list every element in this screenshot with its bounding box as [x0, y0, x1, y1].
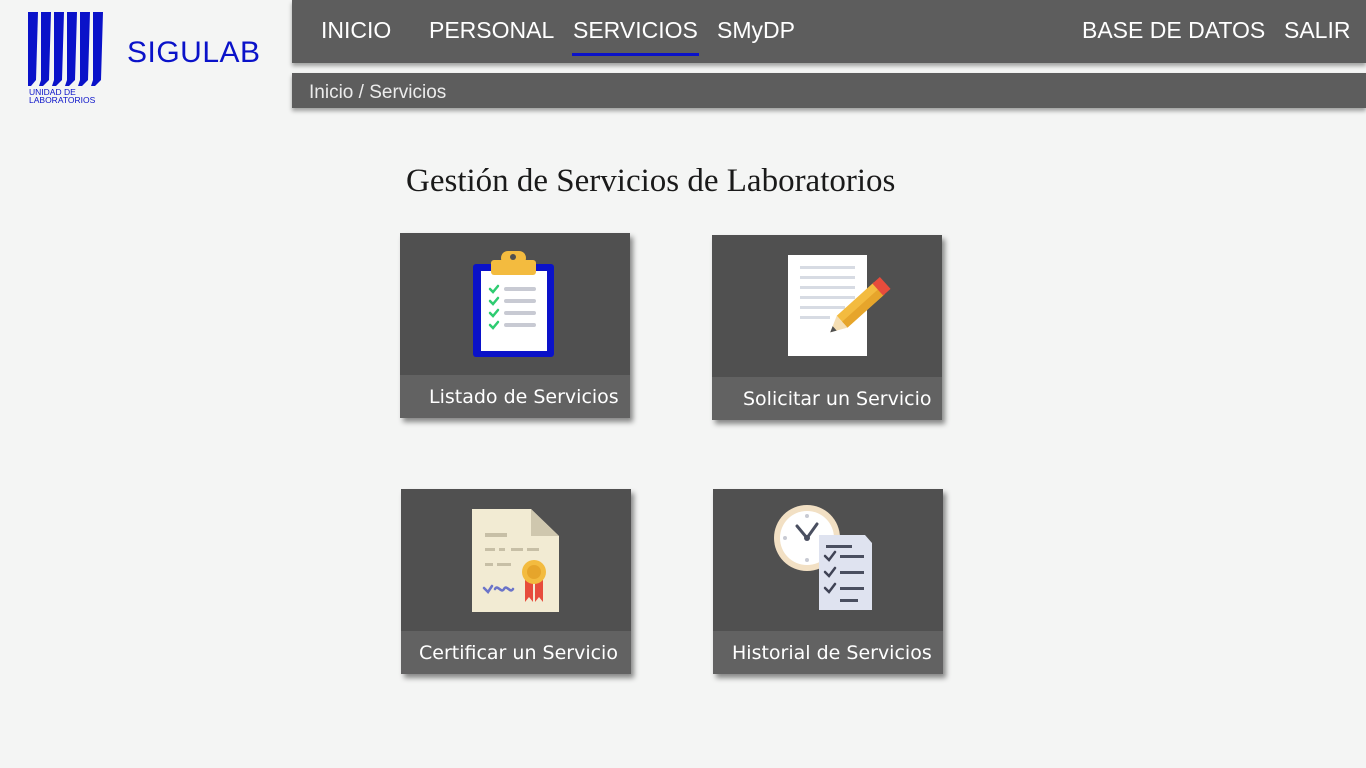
certificate-icon: [472, 509, 559, 612]
document-pencil-icon: [788, 255, 891, 356]
tile-listado-servicios[interactable]: Listado de Servicios: [400, 233, 630, 418]
tile-certificar-servicio[interactable]: Certificar un Servicio: [401, 489, 631, 674]
svg-text:LABORATORIOS: LABORATORIOS: [29, 95, 96, 104]
clock-checklist-icon: [774, 505, 872, 610]
breadcrumb-current: Servicios: [369, 82, 447, 103]
nav-inicio[interactable]: INICIO: [321, 17, 391, 44]
sigulab-logo[interactable]: UNIDAD DE LABORATORIOS: [28, 12, 104, 105]
page-title: Gestión de Servicios de Laboratorios: [406, 163, 896, 199]
breadcrumb: Inicio / Servicios: [309, 82, 446, 104]
breadcrumb-separator: /: [353, 82, 370, 103]
tile-label: Certificar un Servicio: [401, 631, 631, 674]
breadcrumb-bar: Inicio / Servicios: [292, 73, 1366, 108]
nav-personal[interactable]: PERSONAL: [429, 17, 554, 44]
tile-historial-servicios[interactable]: Historial de Servicios: [713, 489, 943, 674]
top-nav: INICIO PERSONAL SERVICIOS SMyDP BASE DE …: [292, 0, 1366, 63]
tile-label: Solicitar un Servicio: [712, 377, 942, 420]
nav-smydp[interactable]: SMyDP: [717, 17, 795, 44]
nav-base-de-datos[interactable]: BASE DE DATOS: [1082, 17, 1265, 44]
app-name[interactable]: SIGULAB: [127, 36, 261, 70]
tile-label: Historial de Servicios: [713, 631, 943, 674]
clipboard-checklist-icon: [473, 251, 554, 357]
logo-emblem-icon: UNIDAD DE LABORATORIOS: [28, 12, 103, 105]
tile-label: Listado de Servicios: [400, 375, 630, 418]
tile-solicitar-servicio[interactable]: Solicitar un Servicio: [712, 235, 942, 420]
nav-salir[interactable]: SALIR: [1284, 17, 1350, 44]
nav-servicios[interactable]: SERVICIOS: [572, 17, 699, 56]
breadcrumb-home[interactable]: Inicio: [309, 82, 353, 103]
